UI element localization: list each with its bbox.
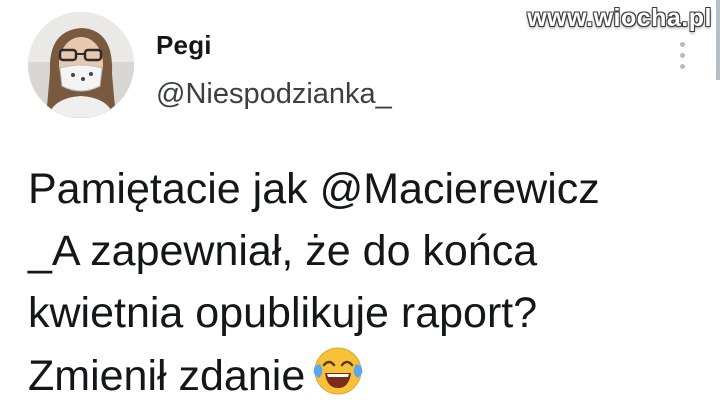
menu-dot — [679, 42, 685, 47]
watermark: www.wiocha.pl — [527, 4, 712, 32]
avatar-image — [28, 12, 134, 118]
avatar[interactable] — [28, 12, 134, 118]
face-with-tears-of-joy-icon — [311, 344, 365, 398]
more-vertical-icon[interactable] — [676, 42, 688, 72]
scrollbar-edge — [716, 0, 720, 80]
tweet-card: Pegi @Niespodzianka_ www.wiocha.pl Pamię… — [0, 0, 720, 412]
tweet-line-2: _A zapewniał, że do końca — [28, 227, 538, 275]
tweet-line-1: Pamiętacie jak @Macierewicz — [28, 165, 600, 213]
author-handle[interactable]: @Niespodzianka_ — [156, 78, 392, 111]
menu-dot — [679, 53, 685, 58]
tweet-text: Pamiętacie jak @Macierewicz _A zapewniał… — [28, 158, 708, 407]
tweet-line-4-text: Zmienił zdanie — [28, 352, 306, 400]
tweet-line-3: kwietnia opublikuje raport? — [28, 289, 538, 337]
menu-dot — [679, 64, 685, 69]
author-display-name[interactable]: Pegi — [156, 30, 212, 61]
tweet-line-4: Zmienił zdanie — [28, 344, 708, 407]
